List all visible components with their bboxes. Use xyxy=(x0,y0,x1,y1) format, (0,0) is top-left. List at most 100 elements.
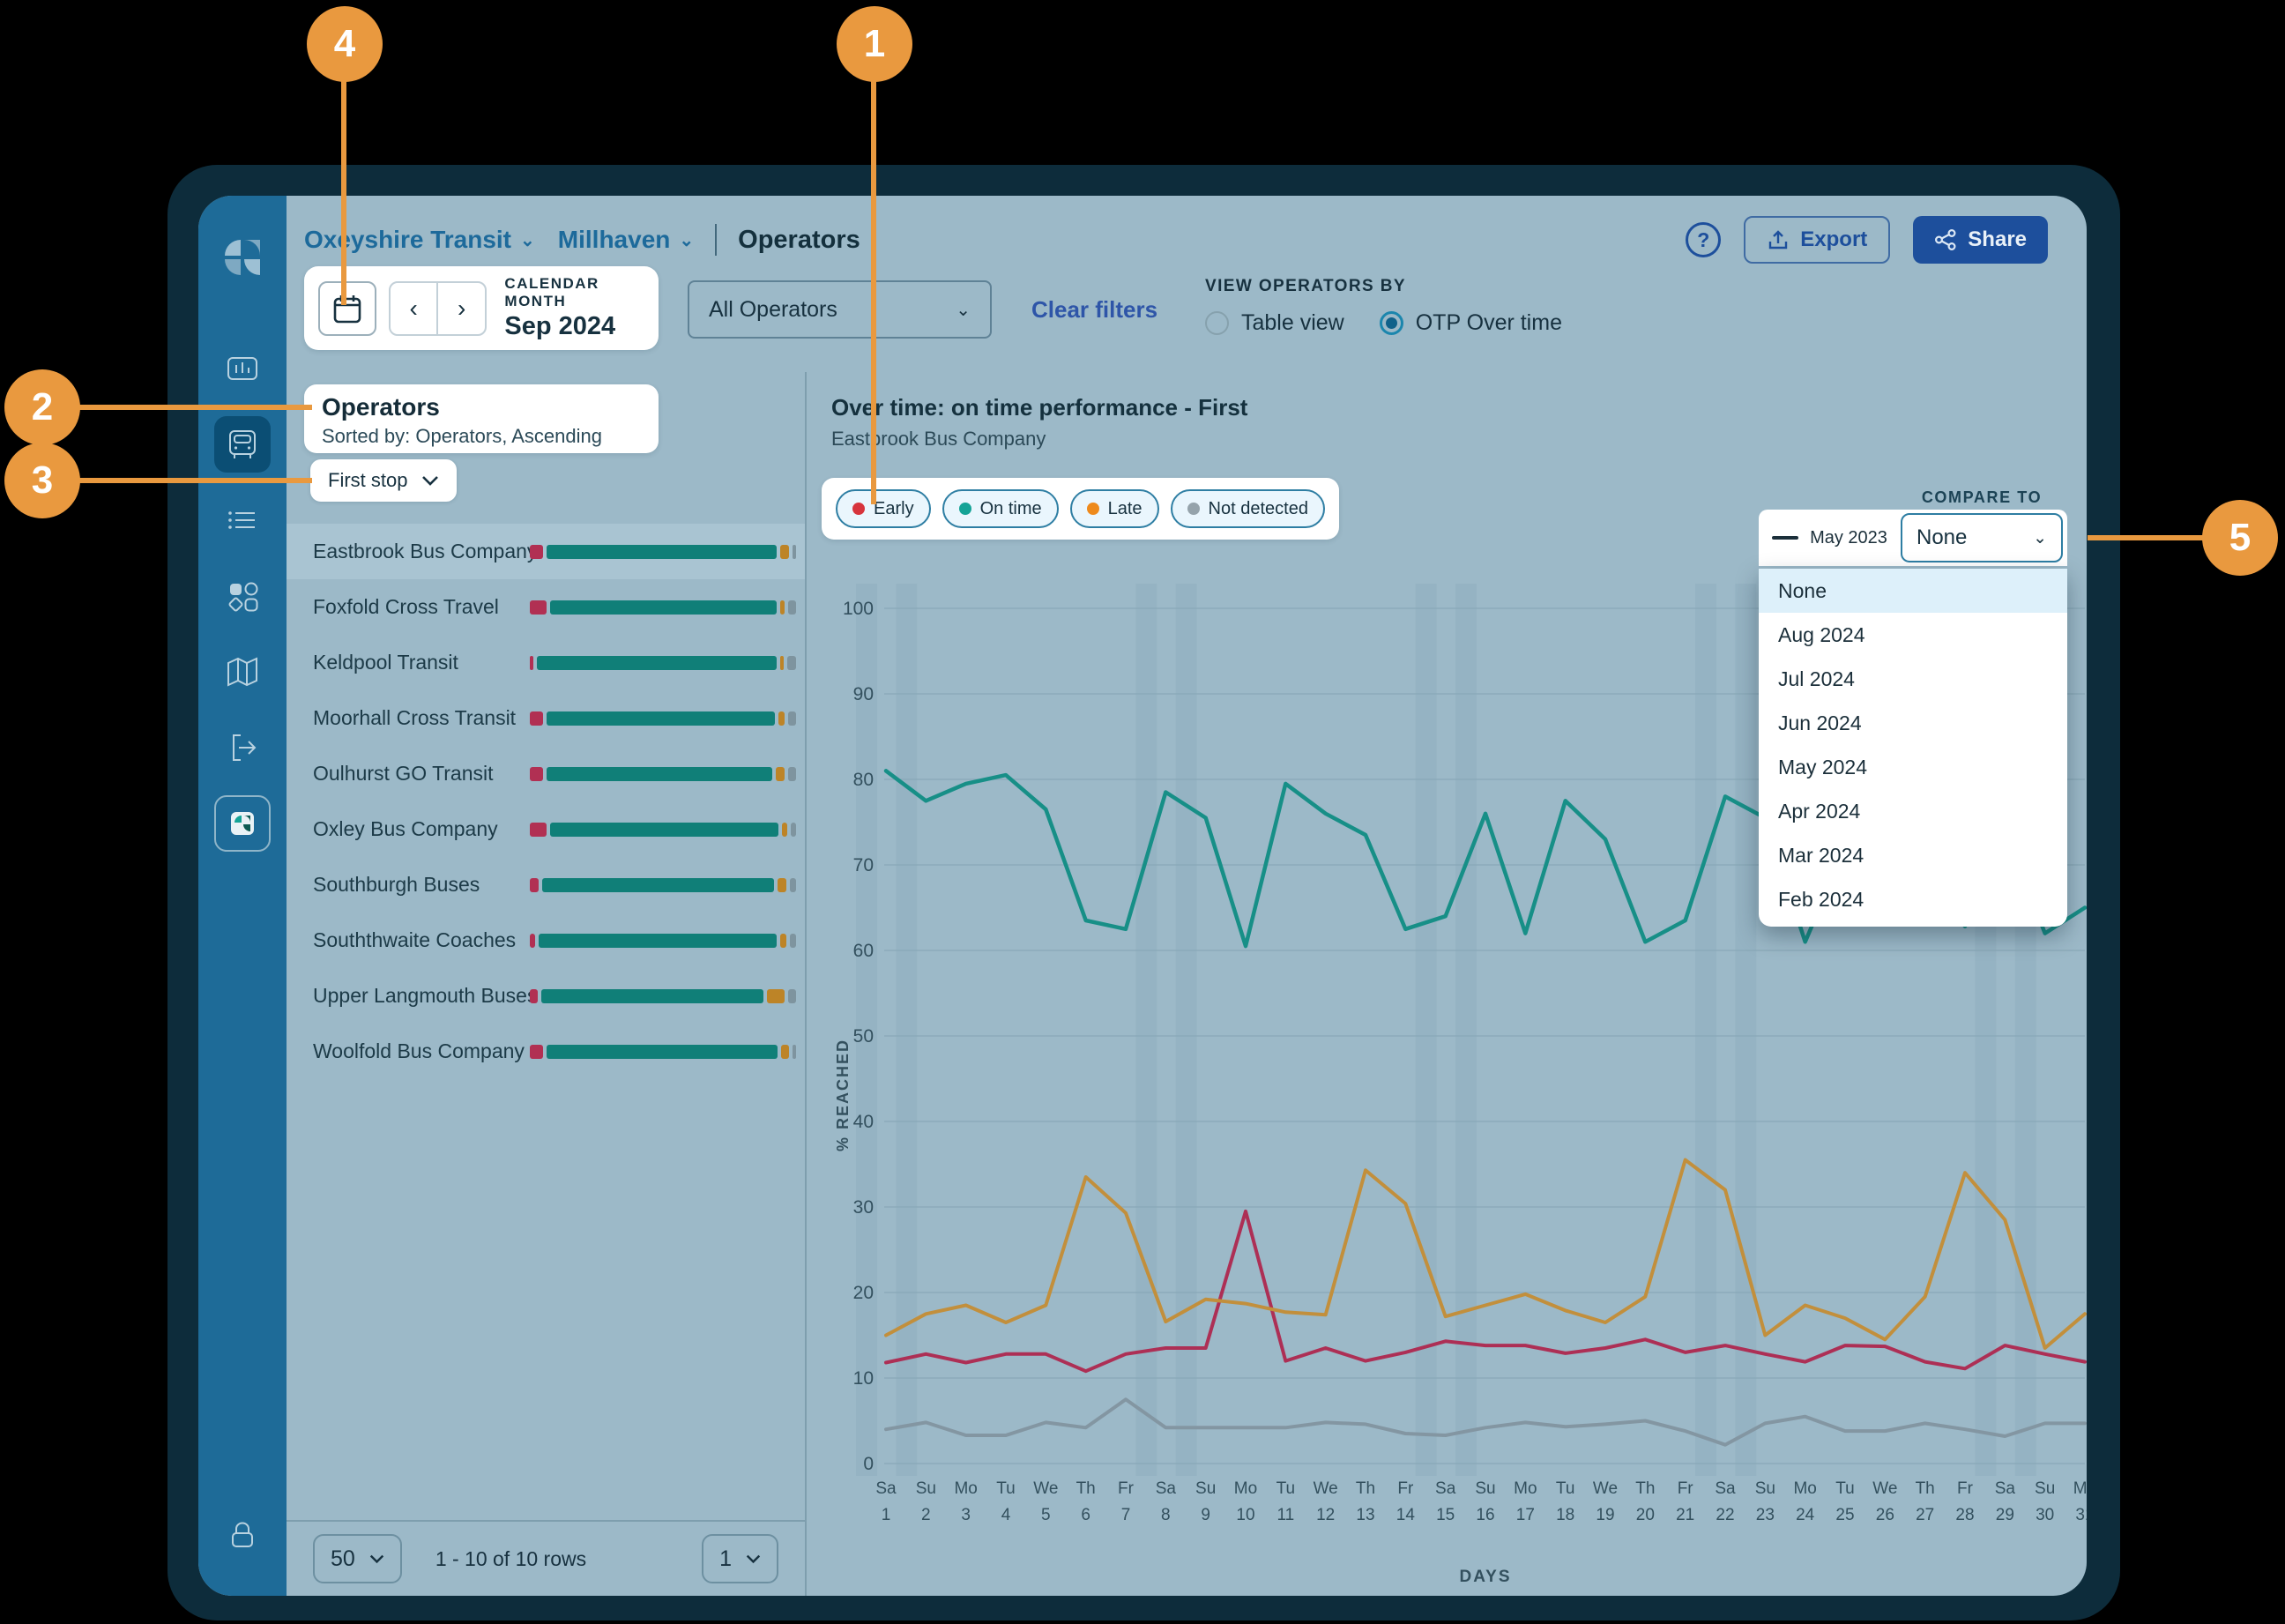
operator-name: Oxley Bus Company xyxy=(313,817,498,841)
export-label: Export xyxy=(1800,227,1867,252)
bar-segment-late xyxy=(782,823,787,837)
operator-row[interactable]: Keldpool Transit xyxy=(287,635,805,690)
operator-row[interactable]: Oxley Bus Company xyxy=(287,801,805,857)
operator-filter-select[interactable]: All Operators ⌄ xyxy=(688,280,992,339)
dropdown-option-feb-2024[interactable]: Feb 2024 xyxy=(1759,877,2067,921)
legend-chip-on-time[interactable]: On time xyxy=(942,489,1059,528)
compare-select[interactable]: None ⌄ xyxy=(1901,513,2063,562)
bar-segment-early xyxy=(530,711,543,726)
x-dow-label: Th xyxy=(1356,1479,1375,1498)
callout-badge-1: 1 xyxy=(837,6,912,82)
radio-otp-over-time[interactable]: OTP Over time xyxy=(1380,310,1562,336)
rows-range-label: 1 - 10 of 10 rows xyxy=(435,1547,586,1571)
operator-row[interactable]: Foxfold Cross Travel xyxy=(287,579,805,635)
lock-icon[interactable] xyxy=(214,1508,271,1564)
bar-segment-on_time xyxy=(547,767,773,781)
dropdown-option-aug-2024[interactable]: Aug 2024 xyxy=(1759,613,2067,657)
x-dow-label: Mo xyxy=(1514,1479,1537,1498)
x-day-label: 14 xyxy=(1396,1506,1416,1524)
export-button[interactable]: Export xyxy=(1744,216,1890,264)
callout-badge-4: 4 xyxy=(307,6,383,82)
analytics-icon[interactable] xyxy=(214,340,271,397)
x-day-label: 12 xyxy=(1316,1506,1335,1524)
breadcrumb-region-label: Millhaven xyxy=(558,226,671,254)
shapes-icon[interactable] xyxy=(214,568,271,624)
month-stepper: ‹ › xyxy=(389,281,487,336)
x-day-label: 29 xyxy=(1996,1506,2014,1524)
weekend-band xyxy=(1135,584,1157,1476)
breadcrumb-org-label: Oxeyshire Transit xyxy=(304,226,511,254)
otp-stacked-bar xyxy=(530,600,796,615)
x-dow-label: Fr xyxy=(1678,1479,1694,1498)
calendar-button[interactable] xyxy=(318,281,376,336)
stop-filter-select[interactable]: First stop xyxy=(310,459,457,502)
operator-row[interactable]: Upper Langmouth Buses xyxy=(287,968,805,1024)
help-button[interactable]: ? xyxy=(1686,222,1721,257)
bar-segment-early xyxy=(530,823,547,837)
x-dow-label: Th xyxy=(1916,1479,1935,1498)
x-day-label: 15 xyxy=(1436,1506,1455,1524)
page-size-select[interactable]: 50 xyxy=(313,1534,402,1583)
x-dow-label: Th xyxy=(1635,1479,1655,1498)
dropdown-option-none[interactable]: None xyxy=(1759,569,2067,613)
legend-chip-early[interactable]: Early xyxy=(836,489,931,528)
operator-row[interactable]: Southburgh Buses xyxy=(287,857,805,913)
bar-segment-early xyxy=(530,545,543,559)
bar-segment-not_detected xyxy=(788,600,796,615)
dropdown-option-may-2024[interactable]: May 2024 xyxy=(1759,745,2067,789)
page-select[interactable]: 1 xyxy=(702,1534,778,1583)
next-month-button[interactable]: › xyxy=(438,283,485,334)
sign-out-icon[interactable] xyxy=(214,719,271,776)
radio-table-view[interactable]: Table view xyxy=(1205,310,1344,336)
bar-segment-on_time xyxy=(547,545,777,559)
operator-row[interactable]: Moorhall Cross Transit xyxy=(287,690,805,746)
operator-name: Woolfold Bus Company xyxy=(313,1039,525,1063)
pagination-bar: 50 1 - 10 of 10 rows 1 xyxy=(287,1520,805,1596)
weekend-band xyxy=(1176,584,1197,1476)
app-window: Oxeyshire Transit ⌄ Millhaven ⌄ Operator… xyxy=(167,165,2120,1620)
dropdown-option-jul-2024[interactable]: Jul 2024 xyxy=(1759,657,2067,701)
dropdown-option-jun-2024[interactable]: Jun 2024 xyxy=(1759,701,2067,745)
breadcrumb-org[interactable]: Oxeyshire Transit ⌄ xyxy=(304,226,535,254)
clear-filters-link[interactable]: Clear filters xyxy=(1031,296,1157,324)
x-day-label: 7 xyxy=(1121,1506,1131,1524)
badge-4-label: 4 xyxy=(334,22,355,66)
badge-2-label: 2 xyxy=(32,385,53,429)
operator-row[interactable]: Oulhurst GO Transit xyxy=(287,746,805,801)
otp-stacked-bar xyxy=(530,989,796,1003)
operators-title: Operators xyxy=(322,393,641,421)
legend-dot-icon xyxy=(1087,503,1099,515)
x-dow-label: Mo xyxy=(954,1479,977,1498)
callout-line-4 xyxy=(341,44,346,305)
dropdown-option-mar-2024[interactable]: Mar 2024 xyxy=(1759,833,2067,877)
legend-chip-late[interactable]: Late xyxy=(1070,489,1159,528)
bar-segment-not_detected xyxy=(793,1045,796,1059)
app-logo-icon xyxy=(214,229,271,286)
operators-bus-icon[interactable] xyxy=(214,416,271,473)
operator-row[interactable]: Woolfold Bus Company xyxy=(287,1024,805,1079)
compare-series-legend: May 2023 xyxy=(1759,528,1901,548)
bar-segment-on_time xyxy=(542,878,773,892)
bar-segment-late xyxy=(778,711,785,726)
legend-chip-not-detected[interactable]: Not detected xyxy=(1171,489,1325,528)
dropdown-option-apr-2024[interactable]: Apr 2024 xyxy=(1759,789,2067,833)
breadcrumb-region[interactable]: Millhaven ⌄ xyxy=(558,226,694,254)
list-icon[interactable] xyxy=(214,492,271,548)
chart-panel: 0102030405060708090100Sa1Su2Mo3Tu4We5Th6… xyxy=(807,372,2087,1596)
operator-row[interactable]: Eastbrook Bus Company xyxy=(287,524,805,579)
chevron-down-icon: ⌄ xyxy=(956,299,971,321)
previous-month-button[interactable]: ‹ xyxy=(391,283,438,334)
callout-badge-2: 2 xyxy=(4,369,80,445)
y-tick-label: 40 xyxy=(853,1112,874,1132)
operator-row[interactable]: Souththwaite Coaches xyxy=(287,913,805,968)
map-icon[interactable] xyxy=(214,644,271,700)
weekend-band xyxy=(1735,584,1756,1476)
app-badge-icon[interactable] xyxy=(214,795,271,852)
bar-segment-not_detected xyxy=(790,934,796,948)
legend-dot-icon xyxy=(959,503,971,515)
radio-circle-icon xyxy=(1205,311,1229,335)
x-day-label: 22 xyxy=(1716,1506,1734,1524)
share-button[interactable]: Share xyxy=(1913,216,2048,264)
x-day-label: 20 xyxy=(1636,1506,1655,1524)
y-tick-label: 90 xyxy=(853,684,874,704)
